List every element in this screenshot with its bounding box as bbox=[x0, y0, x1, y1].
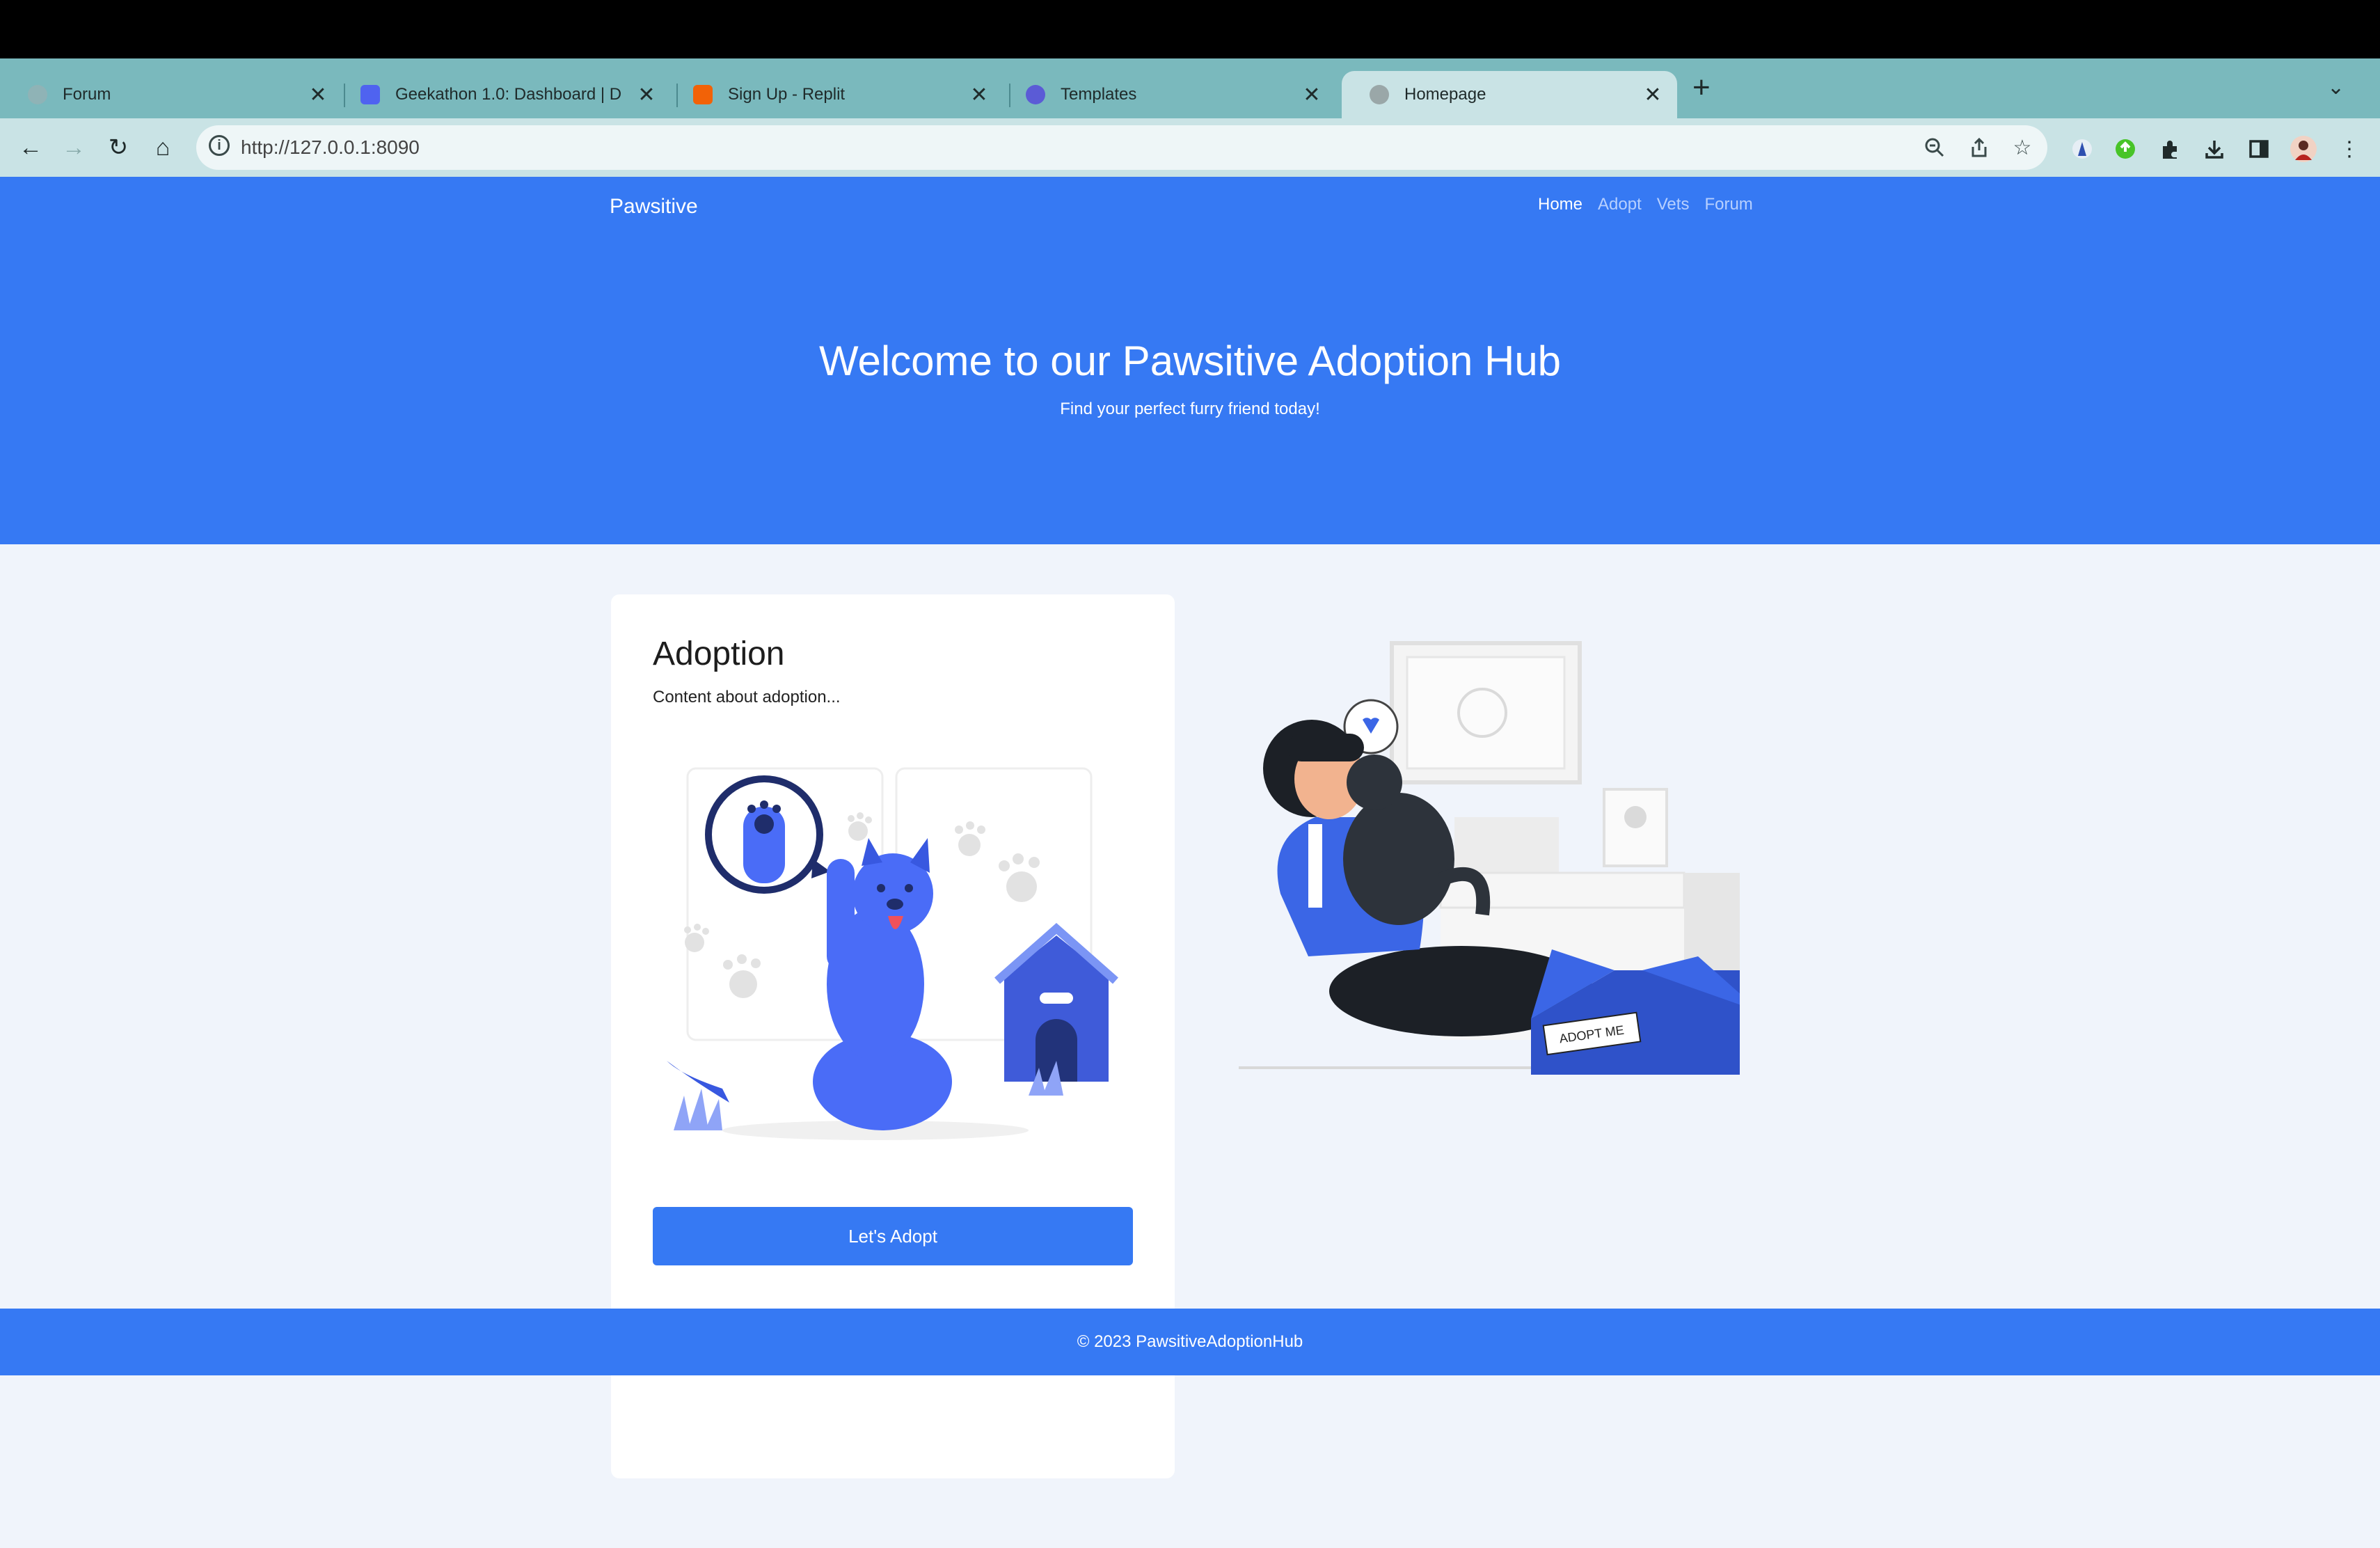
reload-icon[interactable]: ↻ bbox=[102, 131, 135, 164]
back-icon[interactable]: ← bbox=[14, 131, 47, 164]
new-tab-button[interactable]: + bbox=[1692, 72, 1711, 103]
tab-label: Homepage bbox=[1404, 85, 1486, 104]
extensions-puzzle-icon[interactable] bbox=[2156, 135, 2184, 163]
profile-avatar-icon[interactable] bbox=[2290, 135, 2317, 163]
tab-geekathon[interactable]: Geekathon 1.0: Dashboard | D ✕ bbox=[333, 71, 671, 118]
close-icon[interactable]: ✕ bbox=[1642, 83, 1663, 107]
browser-menu-icon[interactable]: ⋮ bbox=[2335, 135, 2363, 163]
geekathon-favicon-icon bbox=[360, 85, 380, 104]
dog-waving-illustration bbox=[667, 767, 1118, 1140]
nav-home[interactable]: Home bbox=[1538, 195, 1582, 214]
brand-logo[interactable]: Pawsitive bbox=[610, 195, 698, 219]
site-info-icon[interactable]: i bbox=[209, 135, 230, 156]
tab-templates[interactable]: Templates ✕ bbox=[998, 71, 1336, 118]
screen-top-bar bbox=[0, 0, 2380, 58]
extension-icon[interactable] bbox=[2068, 135, 2096, 163]
address-bar[interactable]: i http://127.0.0.1:8090 ☆ bbox=[196, 125, 2047, 170]
browser-toolbar: ← → ↻ ⌂ i http://127.0.0.1:8090 ☆ ⋮ bbox=[0, 118, 2380, 177]
main-nav: Home Adopt Vets Forum bbox=[1538, 195, 1753, 214]
close-icon[interactable]: ✕ bbox=[308, 83, 328, 107]
forum-favicon-icon bbox=[28, 85, 47, 104]
tab-forum[interactable]: Forum ✕ bbox=[0, 71, 342, 118]
zoom-icon[interactable] bbox=[1922, 135, 1947, 160]
footer-copyright: © 2023 PawsitiveAdoptionHub bbox=[1077, 1332, 1303, 1351]
tab-label: Geekathon 1.0: Dashboard | D bbox=[395, 85, 622, 104]
tab-label: Sign Up - Replit bbox=[728, 85, 846, 104]
close-icon[interactable]: ✕ bbox=[969, 83, 990, 107]
hero-subtitle: Find your perfect furry friend today! bbox=[1060, 400, 1320, 418]
close-icon[interactable]: ✕ bbox=[1301, 83, 1322, 107]
forward-icon[interactable]: → bbox=[57, 131, 90, 164]
close-icon[interactable]: ✕ bbox=[636, 83, 657, 107]
replit-favicon-icon bbox=[693, 85, 713, 104]
nav-forum[interactable]: Forum bbox=[1704, 195, 1752, 214]
tab-homepage[interactable]: Homepage ✕ bbox=[1342, 71, 1677, 118]
nav-vets[interactable]: Vets bbox=[1657, 195, 1690, 214]
share-icon[interactable] bbox=[1967, 135, 1992, 160]
lets-adopt-button[interactable]: Let's Adopt bbox=[653, 1207, 1133, 1265]
globe-icon bbox=[1370, 85, 1389, 104]
url-text[interactable]: http://127.0.0.1:8090 bbox=[241, 136, 420, 159]
bookmark-star-icon[interactable]: ☆ bbox=[2010, 135, 2035, 160]
hero-section: Pawsitive Home Adopt Vets Forum Welcome … bbox=[0, 177, 2380, 544]
card-title: Adoption bbox=[653, 635, 785, 672]
web-page: Pawsitive Home Adopt Vets Forum Welcome … bbox=[0, 177, 2380, 1548]
nav-adopt[interactable]: Adopt bbox=[1598, 195, 1642, 214]
download-icon[interactable] bbox=[2200, 135, 2228, 163]
home-icon[interactable]: ⌂ bbox=[146, 131, 180, 164]
card-description: Content about adoption... bbox=[653, 688, 841, 706]
hero-title: Welcome to our Pawsitive Adoption Hub bbox=[818, 338, 1562, 384]
tab-strip: Forum ✕ Geekathon 1.0: Dashboard | D ✕ S… bbox=[0, 58, 2380, 118]
footer: © 2023 PawsitiveAdoptionHub bbox=[0, 1309, 2380, 1375]
side-panel-icon[interactable] bbox=[2245, 135, 2273, 163]
extension-green-icon[interactable] bbox=[2111, 135, 2139, 163]
tab-label: Templates bbox=[1061, 85, 1137, 104]
tab-replit[interactable]: Sign Up - Replit ✕ bbox=[665, 71, 1003, 118]
tab-search-chevron-icon[interactable]: ⌄ bbox=[2327, 75, 2345, 100]
templates-favicon-icon bbox=[1026, 85, 1045, 104]
person-hugging-dog-illustration: ADOPT ME bbox=[1239, 641, 1740, 1075]
tab-label: Forum bbox=[63, 85, 111, 104]
